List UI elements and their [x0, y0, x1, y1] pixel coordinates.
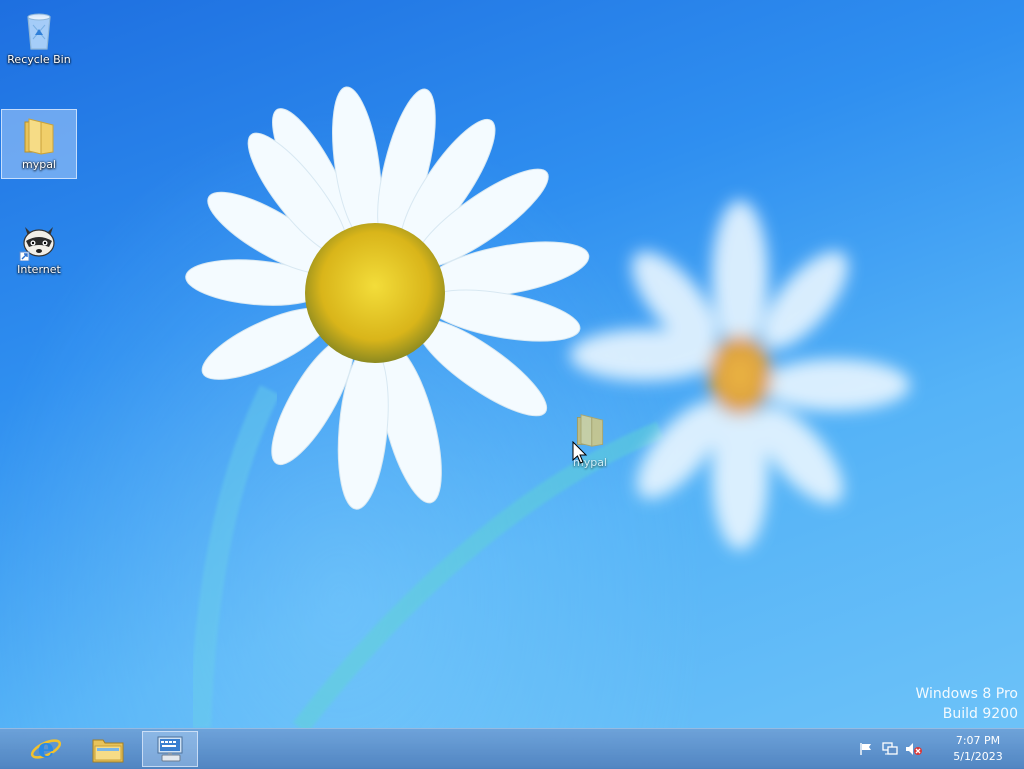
desktop-icon-label: mypal — [21, 158, 56, 171]
recycle-bin-desktop-icon[interactable]: Recycle Bin — [1, 4, 77, 72]
ie-icon: e — [30, 734, 62, 764]
taskbar: e 7:07 PM 5/1/2023 — [0, 728, 1024, 769]
taskbar-on-screen-keyboard-button[interactable] — [142, 731, 198, 767]
drag-ghost-label: mypal — [572, 456, 607, 469]
taskbar-clock[interactable]: 7:07 PM 5/1/2023 — [934, 733, 1022, 765]
recycle-bin-icon — [27, 13, 51, 50]
taskbar-file-explorer-button[interactable] — [80, 731, 136, 767]
raccoon-shortcut-icon — [19, 227, 55, 261]
system-tray: 7:07 PM 5/1/2023 — [854, 729, 1024, 769]
dragged-folder-ghost: mypal — [560, 408, 620, 469]
folder-icon — [24, 118, 54, 155]
keyboard-icon — [157, 736, 183, 762]
mouse-cursor-icon — [572, 441, 588, 464]
watermark-edition: Windows 8 Pro — [915, 686, 1018, 702]
desktop-icon-label: Recycle Bin — [7, 53, 71, 66]
desktop-icon-label: Internet — [17, 263, 61, 276]
internet-shortcut-desktop-icon[interactable]: Internet — [1, 214, 77, 282]
clock-time: 7:07 PM — [955, 734, 1001, 747]
volume-muted-icon[interactable] — [905, 741, 923, 757]
mypal-folder-desktop-icon[interactable]: mypal — [1, 109, 77, 179]
watermark-build: Build 9200 — [942, 706, 1018, 722]
taskbar-internet-explorer-button[interactable]: e — [18, 731, 74, 767]
folder-icon — [92, 739, 124, 763]
desktop-wallpaper — [185, 86, 910, 728]
windows-version-watermark: Windows 8 Pro Build 9200 — [915, 684, 1018, 724]
action-center-flag-icon[interactable] — [857, 741, 875, 757]
clock-date: 5/1/2023 — [953, 750, 1003, 763]
svg-text:e: e — [38, 734, 55, 764]
network-icon[interactable] — [881, 741, 899, 757]
